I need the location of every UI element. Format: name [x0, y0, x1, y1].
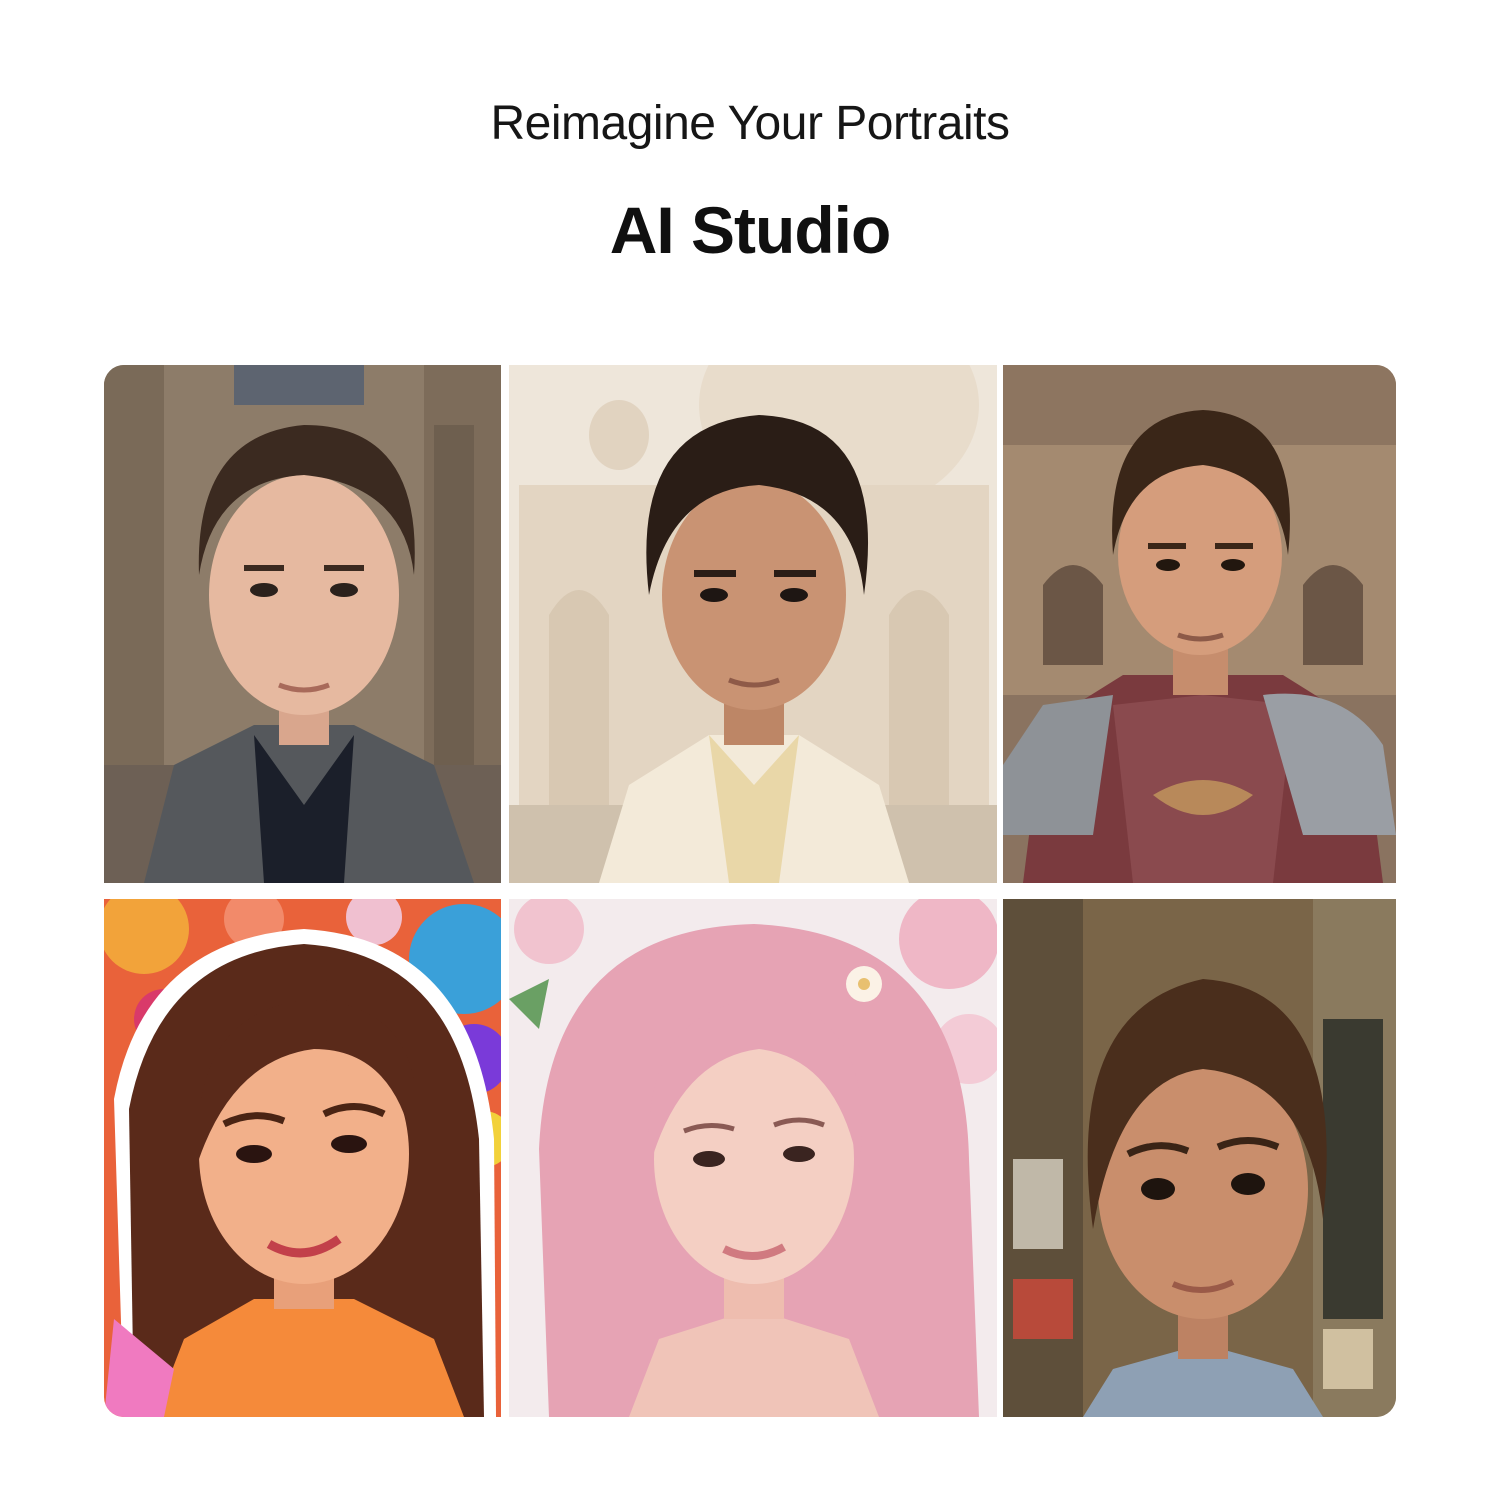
- gallery-tile-6[interactable]: [1003, 899, 1396, 1417]
- portrait-image-sticker-art: [104, 899, 501, 1417]
- page-subtitle: Reimagine Your Portraits: [490, 97, 1010, 150]
- gallery-tile-2[interactable]: [509, 365, 997, 883]
- portrait-image-pink-hair: [509, 899, 997, 1417]
- portrait-image-armor-warrior: [1003, 365, 1396, 883]
- page-title: AI Studio: [609, 193, 892, 267]
- gallery-tile-4[interactable]: [104, 899, 501, 1417]
- gallery-tile-1[interactable]: [104, 365, 501, 883]
- portrait-image-3d-cartoon: [1003, 899, 1396, 1417]
- gallery-tile-5[interactable]: [509, 899, 997, 1417]
- portrait-image-casual-coat: [104, 365, 501, 883]
- portrait-gallery: [104, 365, 1396, 1417]
- portrait-image-taj-mahal: [509, 365, 997, 883]
- gallery-tile-3[interactable]: [1003, 365, 1396, 883]
